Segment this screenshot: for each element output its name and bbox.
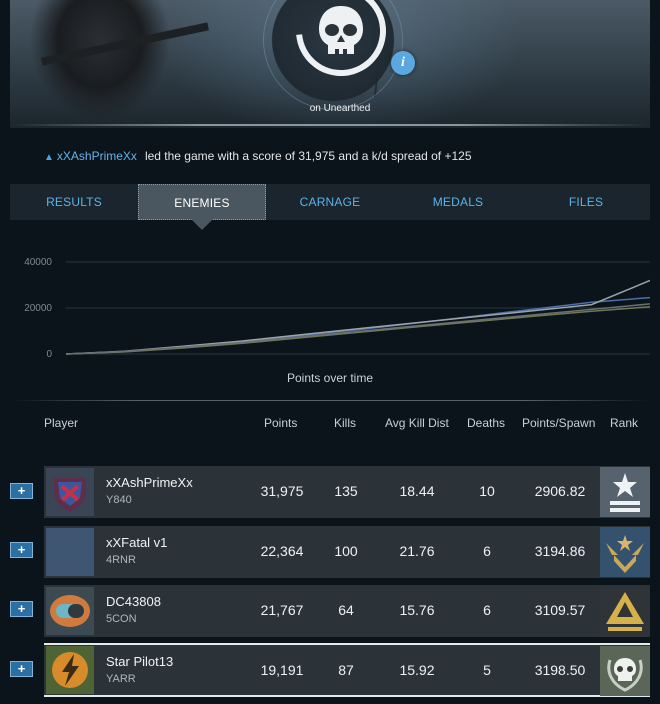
winged-chevron-rank-icon — [600, 527, 650, 577]
tab-medals[interactable]: MEDALS — [394, 184, 522, 220]
col-points-per-spawn: Points/Spawn — [522, 416, 596, 430]
chevron-up-icon: ▲ — [44, 152, 54, 163]
avg-kill-dist-value: 15.76 — [399, 602, 435, 618]
game-summary: ▲ xXAshPrimeXx led the game with a score o… — [44, 149, 472, 163]
points-chart-svg: 40000 20000 0 — [24, 257, 650, 360]
tab-bar: RESULTS ENEMIES CARNAGE MEDALS FILES — [10, 184, 650, 230]
series-line-1 — [65, 296, 650, 355]
kills-value: 64 — [338, 602, 354, 618]
lightning-emblem-icon — [46, 646, 94, 694]
col-kills: Kills — [334, 416, 357, 430]
skull-wreath-rank-icon — [600, 646, 650, 696]
table-row[interactable]: xXAshPrimeXx Y840 31,975 135 18.44 10 29… — [44, 466, 650, 518]
service-tag: 5CON — [106, 613, 137, 625]
map-label: on Unearthed — [309, 103, 371, 114]
capsule-emblem-icon — [46, 587, 94, 635]
table-row[interactable]: Star Pilot13 YARR 19,191 87 15.92 5 3198… — [44, 643, 650, 697]
tab-files[interactable]: FILES — [522, 184, 650, 220]
col-points: Points — [264, 416, 298, 430]
avg-kill-dist-value: 15.92 — [399, 662, 435, 678]
blank-emblem-icon — [46, 528, 94, 576]
points-chart: 40000 20000 0 — [10, 240, 650, 390]
table-header: Player Points Kills Avg Kill Dist Deaths… — [0, 416, 660, 434]
player-name[interactable]: DC43808 — [106, 594, 161, 609]
expand-button[interactable]: + — [10, 601, 33, 617]
service-tag: 4RNR — [106, 554, 136, 566]
skull-emblem-icon — [319, 6, 363, 54]
leader-gamertag-link[interactable]: xXAshPrimeXx — [57, 149, 137, 163]
header-divider — [10, 124, 650, 126]
gold-triangle-rank-icon — [600, 586, 650, 636]
expand-button[interactable]: + — [10, 661, 33, 677]
service-tag: Y840 — [106, 494, 132, 506]
kills-value: 87 — [338, 662, 354, 678]
tab-enemies[interactable]: ENEMIES — [138, 184, 266, 230]
info-icon[interactable]: i — [391, 51, 415, 75]
player-name[interactable]: Star Pilot13 — [106, 654, 173, 669]
player-name[interactable]: xXFatal v1 — [106, 535, 167, 550]
deaths-value: 10 — [479, 483, 495, 499]
deaths-value: 6 — [483, 543, 491, 559]
deaths-value: 5 — [483, 662, 491, 678]
chart-title: Points over time — [286, 371, 374, 385]
points-per-spawn-value: 2906.82 — [534, 483, 586, 499]
col-avg-kill-dist: Avg Kill Dist — [385, 416, 449, 430]
col-deaths: Deaths — [467, 416, 506, 430]
y-tick-label: 20000 — [24, 303, 52, 314]
tab-carnage[interactable]: CARNAGE — [266, 184, 394, 220]
avg-kill-dist-value: 21.76 — [399, 543, 435, 559]
star-chevron-rank-icon — [600, 467, 650, 517]
series-line-2 — [65, 279, 650, 355]
shield-emblem-icon — [46, 468, 94, 516]
table-row[interactable]: xXFatal v1 4RNR 22,364 100 21.76 6 3194.… — [44, 526, 650, 578]
expand-button[interactable]: + — [10, 542, 33, 558]
spartan-figure — [30, 0, 200, 128]
chart-divider — [10, 400, 650, 401]
kills-value: 135 — [334, 483, 358, 499]
points-per-spawn-value: 3109.57 — [534, 602, 586, 618]
tab-results[interactable]: RESULTS — [10, 184, 138, 220]
points-per-spawn-value: 3198.50 — [534, 662, 586, 678]
table-row[interactable]: DC43808 5CON 21,767 64 15.76 6 3109.57 — [44, 585, 650, 637]
kills-value: 100 — [334, 543, 358, 559]
points-value: 31,975 — [260, 483, 304, 499]
player-name[interactable]: xXAshPrimeXx — [106, 475, 193, 490]
service-tag: YARR — [106, 673, 136, 685]
hero-banner: i on Unearthed — [10, 0, 650, 128]
col-player: Player — [44, 416, 79, 430]
avg-kill-dist-value: 18.44 — [399, 483, 435, 499]
points-value: 22,364 — [260, 543, 304, 559]
points-value: 21,767 — [260, 602, 304, 618]
deaths-value: 6 — [483, 602, 491, 618]
summary-text: led the game with a score of 31,975 and … — [144, 149, 472, 163]
expand-button[interactable]: + — [10, 483, 33, 499]
y-tick-label: 40000 — [24, 257, 52, 268]
points-per-spawn-value: 3194.86 — [534, 543, 586, 559]
col-rank: Rank — [610, 416, 639, 430]
y-tick-label: 0 — [46, 349, 52, 360]
points-value: 19,191 — [260, 662, 304, 678]
